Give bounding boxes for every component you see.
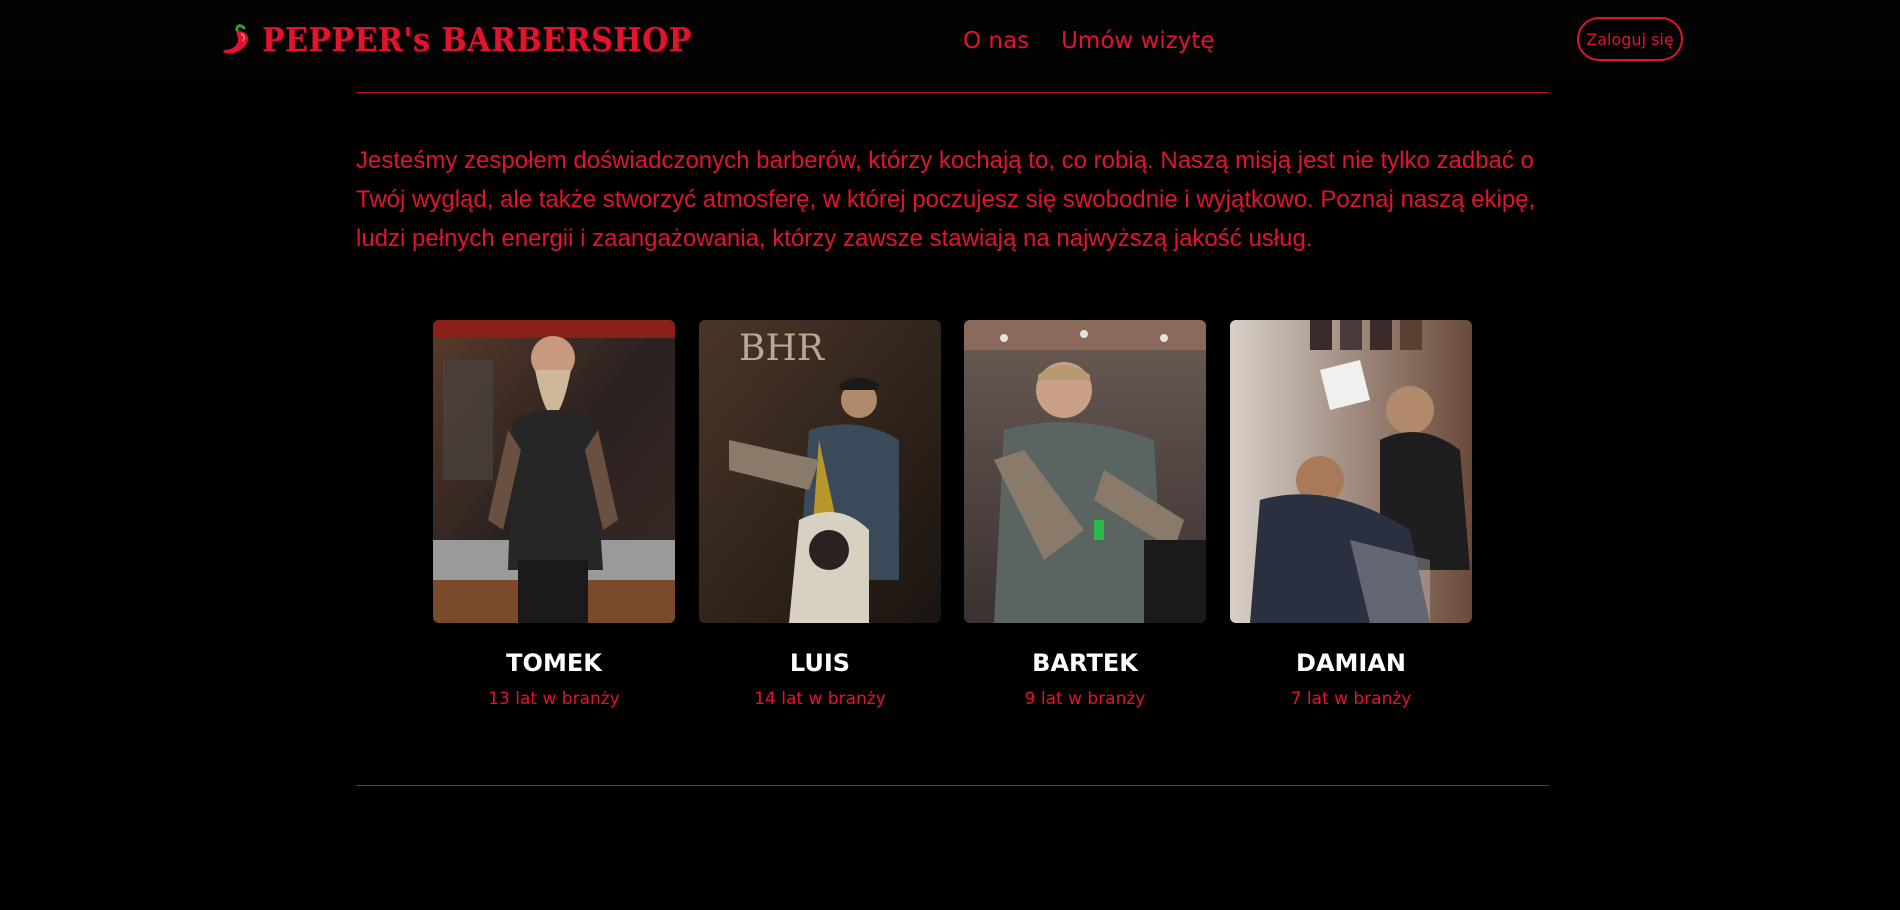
barber-photo-tomek [433, 320, 675, 623]
barber-name: TOMEK [506, 649, 602, 677]
team-card-tomek: TOMEK 13 lat w branży [433, 320, 675, 709]
barber-name: LUIS [789, 649, 851, 677]
svg-text:BHR: BHR [739, 328, 825, 369]
barber-name: BARTEK [1032, 649, 1138, 677]
page: PEPPER's BARBERSHOP O nas Umów wizytę Za… [0, 0, 1900, 910]
bottom-divider [356, 785, 1549, 786]
brand-logo[interactable]: PEPPER's BARBERSHOP [220, 20, 692, 60]
barber-experience: 7 lat w branży [1290, 689, 1412, 709]
brand-name: PEPPER's BARBERSHOP [262, 20, 692, 60]
team-section: TOMEK 13 lat w branży BHR LUIS 14 lat w … [433, 320, 1473, 720]
barber-photo-damian [1230, 320, 1472, 623]
login-button[interactable]: Zaloguj się [1577, 17, 1683, 61]
chili-pepper-icon [223, 24, 248, 54]
top-divider [356, 92, 1549, 93]
main-nav: O nas Umów wizytę [963, 24, 1215, 58]
barber-photo-luis: BHR [699, 320, 941, 623]
site-header: PEPPER's BARBERSHOP O nas Umów wizytę Za… [0, 0, 1900, 80]
barber-photo-bartek [964, 320, 1206, 623]
intro-text: Jesteśmy zespołem doświadczonych barberó… [356, 147, 1536, 252]
nav-link-o-nas[interactable]: O nas [963, 28, 1029, 54]
team-card-damian: DAMIAN 7 lat w branży [1230, 320, 1472, 709]
barber-experience: 13 lat w branży [488, 689, 620, 709]
barber-name: DAMIAN [1296, 649, 1406, 677]
barber-experience: 14 lat w branży [754, 689, 886, 709]
nav-link-umow-wizyte[interactable]: Umów wizytę [1061, 28, 1215, 54]
barber-experience: 9 lat w branży [1024, 689, 1146, 709]
team-card-luis: BHR LUIS 14 lat w branży [699, 320, 941, 709]
team-card-bartek: BARTEK 9 lat w branży [964, 320, 1206, 709]
